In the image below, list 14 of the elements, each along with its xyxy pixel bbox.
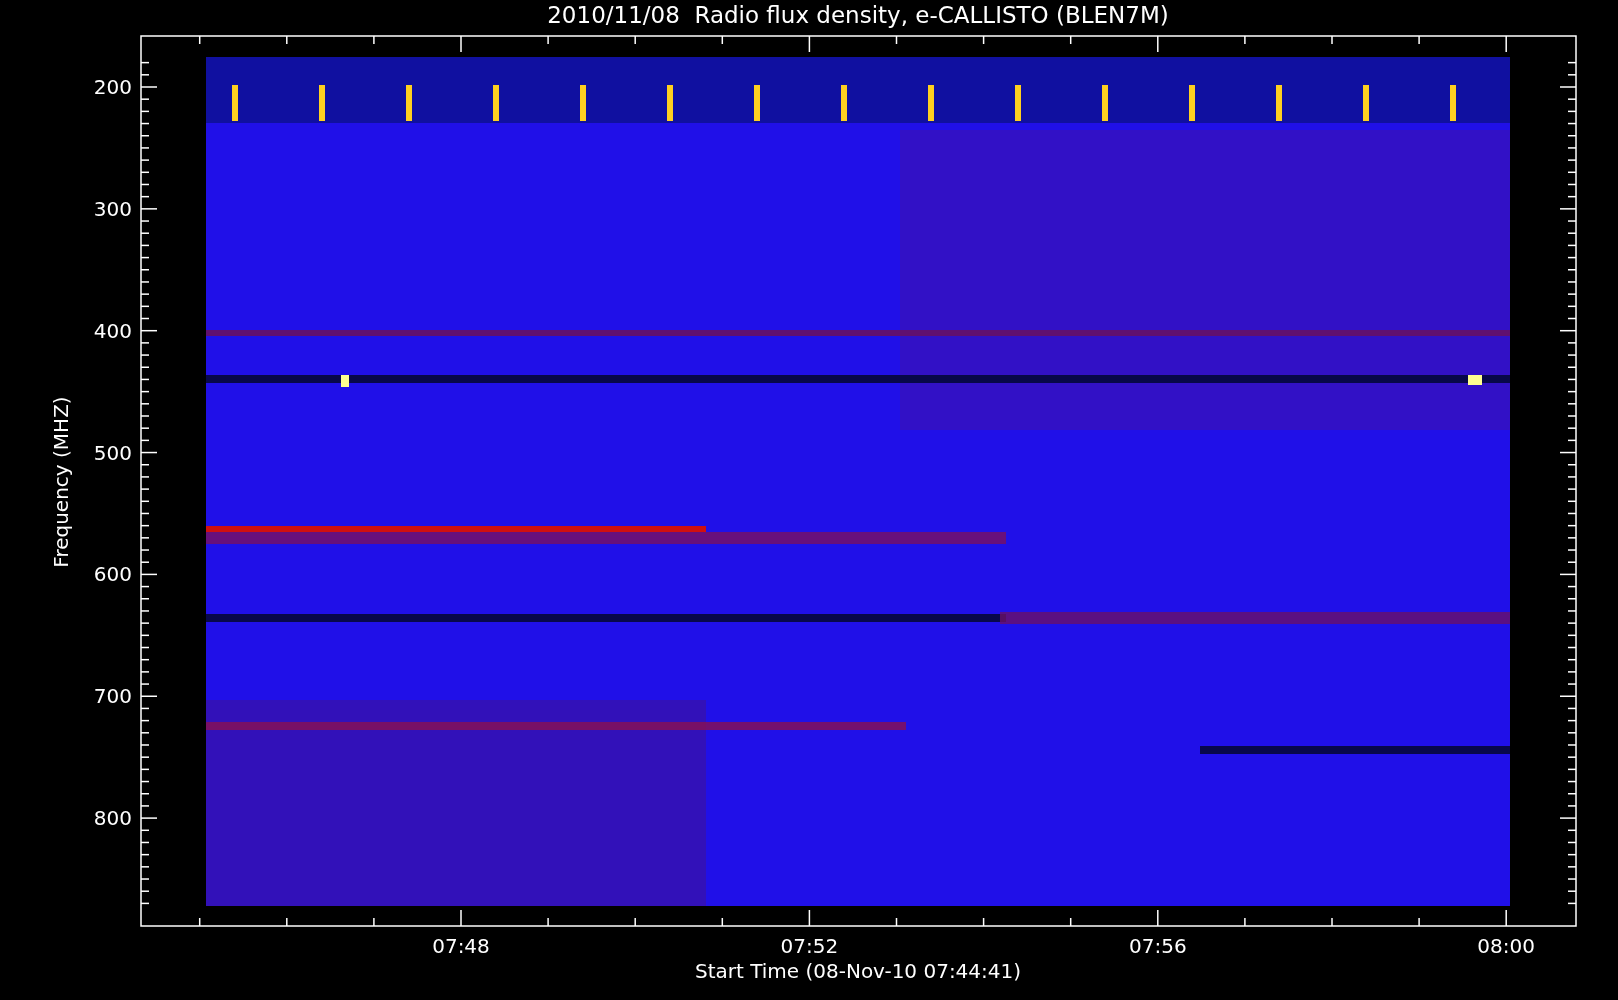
tick-label: 700 <box>92 686 132 707</box>
chart-title: 2010/11/08 Radio flux density, e-CALLISTO (BLEN7M) <box>547 4 1169 27</box>
tick-label: 08:00 <box>1477 936 1535 956</box>
tick-label: 500 <box>92 442 132 463</box>
tick-label: 07:48 <box>432 936 490 956</box>
tick-label: 07:56 <box>1129 936 1187 956</box>
tick-label: 400 <box>92 320 132 341</box>
tick-label: 07:52 <box>780 936 839 956</box>
tick-label: 300 <box>92 198 132 219</box>
tick-label: 600 <box>92 564 132 585</box>
tick-label: 200 <box>92 77 132 97</box>
axis-label: Start Time (08-Nov-10 07:44:41) <box>694 961 1022 981</box>
axis-label: Frequency (MHZ) <box>51 396 71 568</box>
tick-label: 800 <box>92 808 132 829</box>
